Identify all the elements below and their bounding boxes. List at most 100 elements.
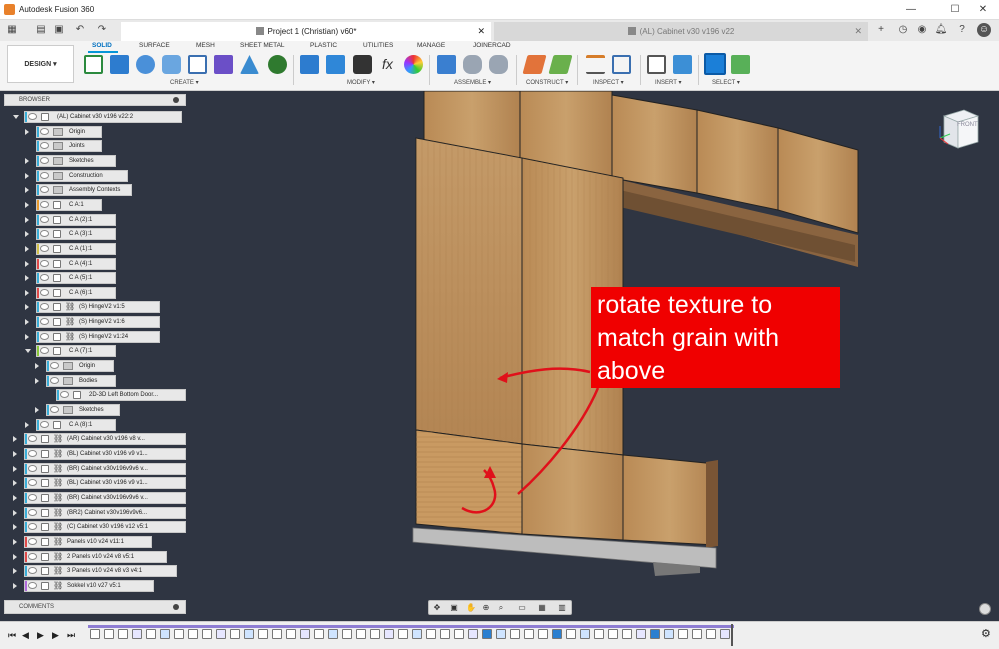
job-status-icon[interactable]: ◉ — [915, 23, 929, 37]
insert-menu[interactable]: INSERT ▾ — [655, 79, 681, 86]
as-built-joint-icon[interactable] — [489, 55, 508, 74]
thread-icon[interactable] — [268, 55, 287, 74]
visibility-eye-icon[interactable] — [60, 391, 69, 399]
expand-icon[interactable] — [13, 524, 17, 531]
browser-row[interactable]: Bodies — [35, 374, 116, 387]
browser-row[interactable]: Construction — [25, 169, 128, 182]
offset-plane-icon[interactable] — [522, 55, 547, 74]
browser-row[interactable]: Sketches — [35, 404, 120, 416]
notifications-icon[interactable]: 🔔︎ — [934, 23, 948, 37]
new-tab-icon[interactable]: + — [874, 23, 888, 37]
step-forward-icon[interactable]: ▶ — [52, 630, 59, 641]
close-tab-icon[interactable]: ✕ — [854, 22, 862, 41]
expand-icon[interactable] — [25, 128, 29, 135]
go-to-start-icon[interactable]: ⏮ — [8, 630, 16, 641]
app-grid-icon[interactable]: ▦ — [5, 23, 19, 37]
browser-row[interactable]: ⛓ 3 Panels v10 v24 v8 v3 v4:1 — [13, 565, 177, 578]
visibility-eye-icon[interactable] — [28, 537, 37, 545]
create-sketch-icon[interactable] — [84, 55, 103, 74]
tab-solid[interactable]: SOLID — [92, 42, 112, 49]
expand-icon[interactable] — [25, 333, 29, 340]
timeline-feature-icon[interactable] — [566, 629, 576, 639]
visibility-eye-icon[interactable] — [28, 464, 37, 472]
pattern-icon[interactable] — [188, 55, 207, 74]
timeline-feature-icon[interactable] — [496, 629, 506, 639]
timeline-track[interactable] — [88, 625, 734, 628]
timeline-feature-icon[interactable] — [580, 629, 590, 639]
browser-row[interactable]: Sketches — [25, 154, 116, 167]
timeline-feature-icon[interactable] — [482, 629, 492, 639]
go-to-end-icon[interactable]: ⏭ — [67, 630, 75, 641]
timeline-feature-icon[interactable] — [132, 629, 142, 639]
select-icon[interactable] — [704, 53, 726, 75]
visibility-eye-icon[interactable] — [40, 215, 49, 223]
selection-filter-icon[interactable] — [731, 55, 750, 74]
browser-row[interactable]: ⛓ (AR) Cabinet v30 v196 v8 v... — [13, 433, 186, 446]
visibility-eye-icon[interactable] — [28, 493, 37, 501]
visibility-eye-icon[interactable] — [40, 288, 49, 296]
visibility-eye-icon[interactable] — [40, 318, 49, 326]
expand-icon[interactable] — [35, 407, 39, 413]
visibility-eye-icon[interactable] — [50, 376, 59, 384]
tab-sheet-metal[interactable]: SHEET METAL — [240, 42, 285, 49]
loft-icon[interactable] — [240, 55, 259, 74]
browser-row[interactable]: C A (8):1 — [25, 418, 116, 431]
timeline-feature-icon[interactable] — [538, 629, 548, 639]
timeline-feature-icon[interactable] — [678, 629, 688, 639]
timeline-feature-icon[interactable] — [370, 629, 380, 639]
expand-icon[interactable] — [25, 216, 29, 223]
avatar[interactable]: ☺ — [977, 23, 991, 37]
tab-project-1[interactable]: Project 1 (Christian) v60* ✕ — [121, 22, 491, 41]
timeline-feature-icon[interactable] — [398, 629, 408, 639]
expand-icon[interactable] — [25, 172, 29, 179]
viewports-icon[interactable]: ▥ — [557, 603, 567, 613]
timeline-feature-icon[interactable] — [118, 629, 128, 639]
visibility-eye-icon[interactable] — [40, 303, 49, 311]
tab-joinercad[interactable]: JOINERCAD — [473, 42, 511, 49]
look-at-icon[interactable]: ▣ — [449, 603, 459, 613]
expand-icon[interactable] — [25, 201, 29, 208]
collapse-icon[interactable] — [25, 349, 31, 354]
expand-icon[interactable] — [13, 538, 17, 545]
expand-icon[interactable] — [13, 480, 17, 487]
expand-icon[interactable] — [25, 245, 29, 252]
visibility-eye-icon[interactable] — [40, 274, 49, 282]
tab-manage[interactable]: MANAGE — [417, 42, 445, 49]
browser-row[interactable]: ⛓ Sokkel v10 v27 v5:1 — [13, 579, 154, 592]
browser-row[interactable]: ⛓ 2 Panels v10 v24 v8 v5:1 — [13, 550, 167, 563]
timeline-feature-icon[interactable] — [552, 629, 562, 639]
pan-icon[interactable]: ✋ — [466, 603, 476, 613]
browser-row[interactable]: C A (6):1 — [25, 286, 116, 299]
browser-row[interactable]: (AL) Cabinet v30 v196 v22:2 — [13, 111, 182, 123]
visibility-eye-icon[interactable] — [40, 230, 49, 238]
joint-icon[interactable] — [463, 55, 482, 74]
visibility-eye-icon[interactable] — [40, 127, 49, 135]
tab-plastic[interactable]: PLASTIC — [310, 42, 337, 49]
construct-menu[interactable]: CONSTRUCT ▾ — [526, 79, 568, 86]
section-analysis-icon[interactable] — [612, 55, 631, 74]
timeline-feature-icon[interactable] — [440, 629, 450, 639]
assemble-menu[interactable]: ASSEMBLE ▾ — [454, 79, 491, 86]
timeline-feature-icon[interactable] — [706, 629, 716, 639]
browser-row[interactable]: C A (2):1 — [25, 213, 116, 226]
visibility-eye-icon[interactable] — [50, 406, 59, 413]
visibility-eye-icon[interactable] — [28, 435, 37, 443]
zoom-icon[interactable]: ⊕ — [481, 603, 491, 613]
visibility-eye-icon[interactable] — [40, 186, 49, 194]
browser-row[interactable]: ⛓ Panels v10 v24 v11:1 — [13, 535, 152, 548]
browser-header[interactable]: BROWSER — [4, 94, 186, 106]
tab-utilities[interactable]: UTILITIES — [363, 42, 393, 49]
timeline-feature-icon[interactable] — [314, 629, 324, 639]
expand-icon[interactable] — [25, 231, 29, 238]
timeline-feature-icon[interactable] — [608, 629, 618, 639]
timeline-feature-icon[interactable] — [244, 629, 254, 639]
browser-row[interactable]: ⛓ (BL) Cabinet v30 v196 v9 v1... — [13, 447, 186, 460]
comments-panel[interactable]: COMMENTS — [4, 600, 186, 614]
browser-row[interactable]: ⛓ (S) HingeV2 v1:5 — [25, 301, 160, 314]
visibility-eye-icon[interactable] — [28, 449, 37, 457]
timeline-feature-icon[interactable] — [664, 629, 674, 639]
timeline-feature-icon[interactable] — [510, 629, 520, 639]
pin-icon[interactable] — [173, 604, 179, 610]
timeline-feature-icon[interactable] — [468, 629, 478, 639]
browser-row[interactable]: ⛓ (S) HingeV2 v1:6 — [25, 316, 160, 329]
